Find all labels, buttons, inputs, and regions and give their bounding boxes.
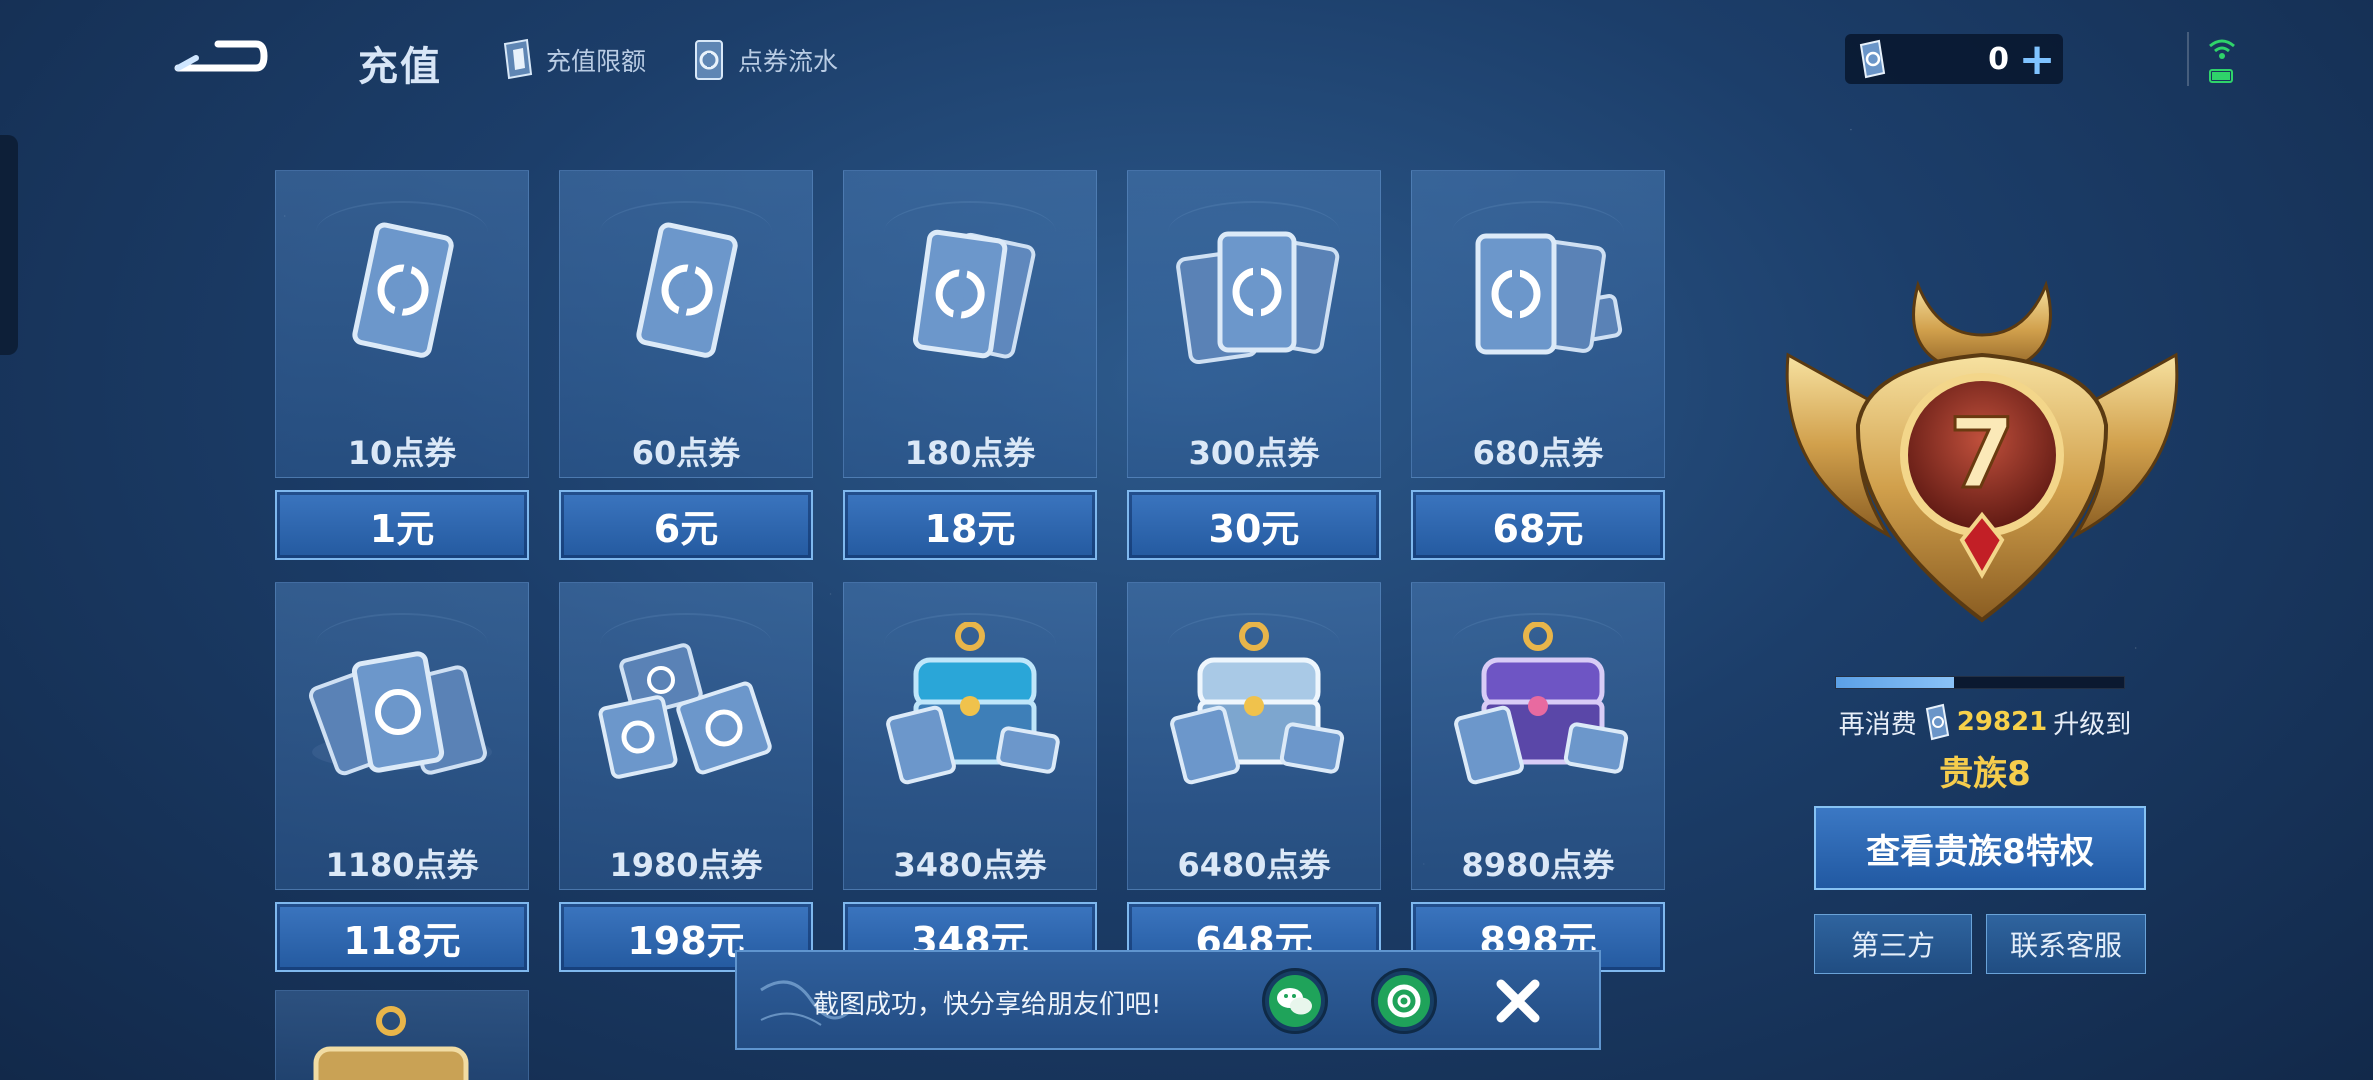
product-card[interactable]: 300点券 30元 bbox=[1127, 170, 1381, 564]
product-card[interactable]: 6480点券 648元 bbox=[1127, 582, 1381, 976]
coupon-quantity: 8980点券 bbox=[1461, 846, 1615, 884]
customer-service-button[interactable]: 联系客服 bbox=[1986, 914, 2146, 974]
add-coupon-button[interactable]: + bbox=[2017, 34, 2057, 85]
divider bbox=[2187, 32, 2189, 86]
coupon-heap-icon bbox=[598, 643, 772, 779]
recharge-limit-link[interactable]: 充值限额 bbox=[498, 38, 646, 82]
product-card[interactable]: 180点券 18元 bbox=[843, 170, 1097, 564]
moments-icon bbox=[1378, 975, 1430, 1027]
share-moments-button[interactable] bbox=[1371, 968, 1437, 1034]
noble-level-emblem: 7 bbox=[1785, 280, 2179, 623]
coupon-quantity: 10点券 bbox=[347, 434, 457, 472]
coupon-double-icon bbox=[912, 229, 1036, 359]
noble-level-number: 7 bbox=[1949, 398, 2016, 510]
price-button[interactable]: 1元 bbox=[275, 490, 529, 560]
upgrade-amount: 29821 bbox=[1956, 707, 2048, 737]
coupon-balance: 0 + bbox=[1845, 34, 2063, 85]
treasure-chest-silver-icon bbox=[1170, 622, 1345, 785]
flow-icon bbox=[690, 38, 728, 82]
coupon-quantity: 6480点券 bbox=[1177, 846, 1331, 884]
coupon-quantity: 60点券 bbox=[631, 434, 741, 472]
card-icon bbox=[498, 38, 536, 82]
product-card[interactable]: 60点券 6元 bbox=[559, 170, 813, 564]
product-grid: 10点券 1元 60点券 6元 180点券 18元 300点券 30元 680点… bbox=[275, 170, 1665, 976]
upgrade-suffix: 升级到 bbox=[2053, 709, 2132, 740]
coupon-quantity: 1980点券 bbox=[609, 846, 763, 884]
coupon-triple-icon bbox=[1176, 231, 1340, 365]
coupon-flow-label: 点券流水 bbox=[738, 47, 839, 76]
back-button[interactable] bbox=[168, 28, 268, 84]
coupon-flow-link[interactable]: 点券流水 bbox=[690, 38, 838, 82]
coupon-count: 0 bbox=[1988, 41, 2009, 77]
close-icon bbox=[1496, 979, 1540, 1023]
coupon-card-icon bbox=[352, 222, 454, 358]
coupon-pile-icon bbox=[309, 651, 492, 776]
coupon-quantity: 1180点券 bbox=[325, 846, 479, 884]
price-button[interactable]: 118元 bbox=[275, 902, 529, 972]
coupon-card-icon bbox=[636, 222, 738, 358]
price-button[interactable]: 30元 bbox=[1127, 490, 1381, 560]
edge-handle[interactable] bbox=[0, 135, 18, 355]
coupon-quantity: 3480点券 bbox=[893, 846, 1047, 884]
recharge-limit-label: 充值限额 bbox=[546, 47, 647, 76]
treasure-chest-blue-icon bbox=[886, 622, 1060, 785]
price-button[interactable]: 6元 bbox=[559, 490, 813, 560]
network-status bbox=[2204, 34, 2240, 90]
screenshot-toast: 截图成功，快分享给朋友们吧! bbox=[735, 950, 1601, 1050]
upgrade-hint: 再消费 29821 升级到 bbox=[1820, 700, 2150, 744]
coupon-quantity: 300点券 bbox=[1188, 434, 1320, 472]
product-card[interactable]: 1980点券 198元 bbox=[559, 582, 813, 976]
third-party-button[interactable]: 第三方 bbox=[1814, 914, 1972, 974]
wifi-icon bbox=[2209, 39, 2235, 83]
page-title: 充值 bbox=[358, 44, 442, 90]
product-card[interactable]: 1180点券 118元 bbox=[275, 582, 529, 976]
coupon-icon bbox=[1859, 39, 1886, 79]
coupon-stack-icon bbox=[1475, 233, 1623, 355]
share-wechat-button[interactable] bbox=[1262, 968, 1328, 1034]
product-card[interactable]: 8980点券 898元 bbox=[1411, 582, 1665, 976]
product-card-partial[interactable] bbox=[275, 990, 529, 1080]
price-button[interactable]: 18元 bbox=[843, 490, 1097, 560]
noble-progress-fill bbox=[1836, 677, 1955, 688]
coupon-icon bbox=[1925, 703, 1949, 741]
coupon-quantity: 680点券 bbox=[1472, 434, 1604, 472]
upgrade-prefix: 再消费 bbox=[1838, 709, 1917, 740]
product-card[interactable]: 680点券 68元 bbox=[1411, 170, 1665, 564]
view-privileges-button[interactable]: 查看贵族8特权 bbox=[1814, 806, 2146, 890]
close-toast-button[interactable] bbox=[1487, 970, 1549, 1032]
product-card[interactable]: 3480点券 348元 bbox=[843, 582, 1097, 976]
coupon-quantity: 180点券 bbox=[904, 434, 1036, 472]
next-noble-level: 贵族8 bbox=[1939, 754, 2031, 794]
treasure-chest-purple-icon bbox=[1454, 622, 1629, 785]
top-bar: 充值 充值限额 点券流水 0 + bbox=[0, 0, 2373, 120]
price-button[interactable]: 68元 bbox=[1411, 490, 1665, 560]
noble-progress-bar bbox=[1835, 676, 2125, 689]
wechat-icon bbox=[1269, 975, 1321, 1027]
product-card[interactable]: 10点券 1元 bbox=[275, 170, 529, 564]
treasure-chest-gold-icon bbox=[313, 1006, 469, 1080]
toast-message: 截图成功，快分享给朋友们吧! bbox=[813, 990, 1162, 1020]
back-arrow-icon bbox=[174, 40, 268, 72]
